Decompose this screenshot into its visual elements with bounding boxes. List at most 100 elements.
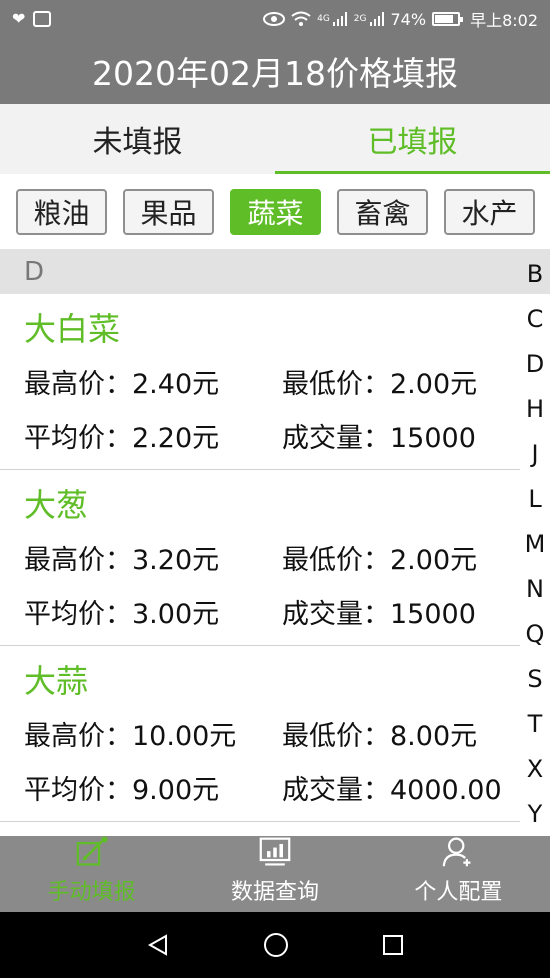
category-grain-oil-button[interactable]: 粮油 (16, 188, 107, 235)
alphabet-index: B C D H J L M N Q S T X Y (520, 252, 550, 837)
volume-value: 15000 (390, 599, 476, 630)
index-letter-y[interactable]: Y (528, 792, 543, 837)
category-livestock-button[interactable]: 畜禽 (337, 188, 428, 235)
tab-bar: 未填报 已填报 (0, 104, 550, 174)
max-price-value: 3.20元 (132, 545, 220, 576)
index-letter-c[interactable]: C (527, 297, 544, 342)
index-letter-q[interactable]: Q (526, 612, 545, 657)
min-price-value: 8.00元 (390, 721, 478, 752)
volume: 成交量：15000 (282, 416, 476, 455)
section-letter: D (24, 256, 45, 287)
price-row: 最高价：3.20元 最低价：2.00元 (24, 538, 477, 577)
category-vegetable-button[interactable]: 蔬菜 (230, 188, 321, 235)
eye-icon (263, 12, 286, 26)
index-letter-d[interactable]: D (526, 342, 544, 387)
item-name: 大白菜 (24, 310, 121, 348)
min-price: 最低价：2.00元 (282, 362, 477, 401)
category-fruit-button[interactable]: 果品 (123, 188, 214, 235)
clock: 早上8:02 (470, 11, 538, 30)
recents-icon[interactable] (382, 934, 404, 956)
bottom-nav: 手动填报 数据查询 个人配置 (0, 836, 550, 912)
min-price-label: 最低价： (282, 369, 390, 400)
home-icon[interactable] (263, 932, 289, 958)
avg-price: 平均价：3.00元 (24, 592, 282, 631)
min-price: 最低价：2.00元 (282, 538, 477, 577)
volume: 成交量：4000.00 (282, 768, 502, 807)
avg-price: 平均价：9.00元 (24, 768, 282, 807)
max-price-value: 10.00元 (132, 721, 237, 752)
index-letter-t[interactable]: T (528, 702, 543, 747)
min-price: 最低价：8.00元 (282, 714, 477, 753)
nav-data-query[interactable]: 数据查询 (183, 836, 366, 912)
item-name: 大蒜 (24, 662, 89, 700)
price-row: 最高价：2.40元 最低价：2.00元 (24, 362, 477, 401)
edit-icon (76, 836, 108, 866)
section-header: D (0, 249, 550, 294)
category-bar: 粮油 果品 蔬菜 畜禽 水产 (0, 174, 550, 249)
tab-unfilled[interactable]: 未填报 (0, 104, 275, 174)
app-screen: ❤ 4G 2G 74% 早上8:02 2020年02月18价格填报 未填报 已填… (0, 0, 550, 978)
add-user-icon (442, 837, 471, 867)
battery-icon (432, 12, 464, 26)
avg-price-label: 平均价： (24, 423, 132, 454)
signal-label-1: 4G (317, 14, 330, 24)
back-icon[interactable] (146, 933, 170, 957)
max-price: 最高价：10.00元 (24, 714, 282, 753)
status-bar: ❤ 4G 2G 74% 早上8:02 (0, 0, 550, 38)
nav-manual-fill[interactable]: 手动填报 (0, 836, 183, 912)
list-item[interactable]: 大白菜 最高价：2.40元 最低价：2.00元 平均价：2.20元 成交量：15… (0, 294, 520, 470)
wifi-icon (291, 11, 311, 26)
heart-monitor-icon: ❤ (12, 9, 26, 28)
app-icon (33, 11, 52, 27)
avg-price: 平均价：2.20元 (24, 416, 282, 455)
min-price-label: 最低价： (282, 545, 390, 576)
list-item[interactable]: 大葱 最高价：3.20元 最低价：2.00元 平均价：3.00元 成交量：150… (0, 470, 520, 646)
nav-label: 手动填报 (47, 880, 136, 905)
avg-price-value: 3.00元 (132, 599, 220, 630)
max-price: 最高价：3.20元 (24, 538, 282, 577)
page-title-text: 2020年02月18价格填报 (92, 54, 458, 93)
item-name: 大葱 (24, 486, 89, 524)
volume: 成交量：15000 (282, 592, 476, 631)
avg-price-value: 9.00元 (132, 775, 220, 806)
min-price-value: 2.00元 (390, 545, 478, 576)
price-list: 大白菜 最高价：2.40元 最低价：2.00元 平均价：2.20元 成交量：15… (0, 294, 520, 822)
battery-percent: 74% (390, 9, 427, 29)
index-letter-b[interactable]: B (527, 252, 543, 297)
nav-personal-settings[interactable]: 个人配置 (367, 836, 550, 912)
min-price-value: 2.00元 (390, 369, 478, 400)
chart-icon (259, 837, 291, 866)
nav-label: 数据查询 (230, 880, 319, 905)
price-row: 平均价：3.00元 成交量：15000 (24, 592, 476, 631)
avg-price-value: 2.20元 (132, 423, 220, 454)
tab-filled[interactable]: 已填报 (275, 104, 550, 174)
category-aquatic-button[interactable]: 水产 (444, 188, 535, 235)
nav-label: 个人配置 (414, 880, 503, 905)
volume-value: 4000.00 (390, 775, 502, 806)
max-price: 最高价：2.40元 (24, 362, 282, 401)
price-row: 平均价：2.20元 成交量：15000 (24, 416, 476, 455)
page-title: 2020年02月18价格填报 (0, 38, 550, 104)
min-price-label: 最低价： (282, 721, 390, 752)
max-price-label: 最高价： (24, 369, 132, 400)
max-price-label: 最高价： (24, 721, 132, 752)
volume-label: 成交量： (282, 775, 390, 806)
index-letter-l[interactable]: L (528, 477, 541, 522)
volume-value: 15000 (390, 423, 476, 454)
max-price-value: 2.40元 (132, 369, 220, 400)
system-nav-bar (0, 912, 550, 978)
index-letter-s[interactable]: S (527, 657, 542, 702)
signal-label-2: 2G (353, 14, 367, 24)
volume-label: 成交量： (282, 599, 390, 630)
signal-icon (332, 12, 347, 26)
max-price-label: 最高价： (24, 545, 132, 576)
index-letter-h[interactable]: H (526, 387, 544, 432)
index-letter-n[interactable]: N (526, 567, 544, 612)
index-letter-m[interactable]: M (525, 522, 546, 567)
signal-icon (369, 12, 384, 26)
index-letter-j[interactable]: J (531, 432, 538, 477)
list-item[interactable]: 大蒜 最高价：10.00元 最低价：8.00元 平均价：9.00元 成交量：40… (0, 646, 520, 822)
avg-price-label: 平均价： (24, 599, 132, 630)
index-letter-x[interactable]: X (527, 747, 543, 792)
price-row: 平均价：9.00元 成交量：4000.00 (24, 768, 502, 807)
